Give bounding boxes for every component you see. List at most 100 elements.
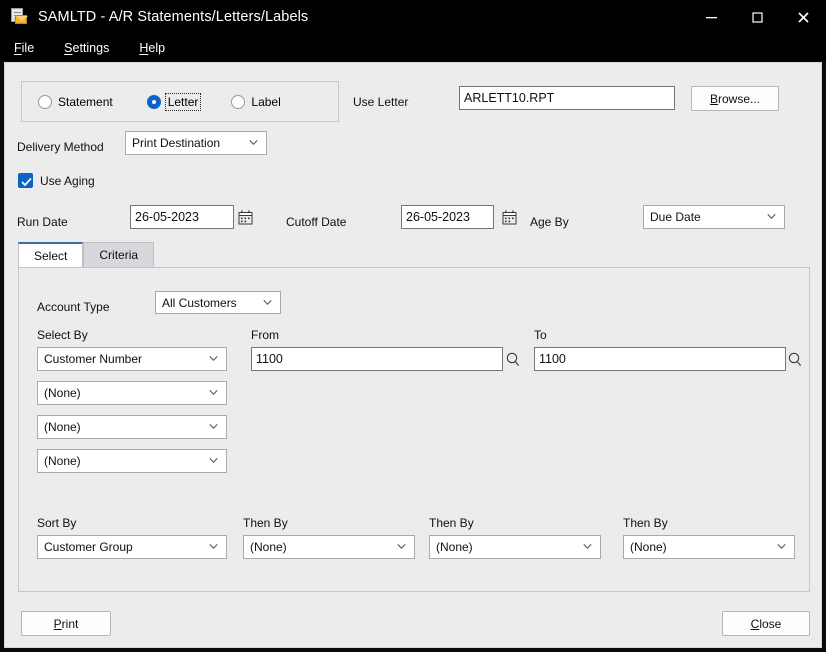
select-by-value-1: Customer Number	[44, 352, 143, 366]
menu-help-rest: elp	[148, 40, 166, 55]
client-area: Statement Letter Label Use Letter Browse…	[4, 62, 822, 648]
print-accel: P	[53, 616, 62, 631]
window-controls	[688, 0, 826, 34]
chevron-down-icon	[209, 354, 218, 363]
radio-statement-label: Statement	[58, 94, 113, 109]
chevron-down-icon	[209, 542, 218, 551]
select-tab-panel: Account Type All Customers Select By Cus…	[18, 267, 810, 592]
chevron-down-icon	[209, 456, 218, 465]
report-type-group: Statement Letter Label	[21, 81, 339, 122]
to-label: To	[534, 328, 547, 342]
select-by-select-4[interactable]: (None)	[37, 449, 227, 473]
account-type-label: Account Type	[37, 300, 110, 314]
tab-criteria[interactable]: Criteria	[83, 242, 155, 267]
browse-button[interactable]: Browse...	[691, 86, 779, 111]
close-button[interactable]: Close	[722, 611, 810, 636]
use-aging-row[interactable]: Use Aging	[18, 173, 95, 188]
close-rest: lose	[759, 616, 782, 631]
magnifier-icon[interactable]	[506, 352, 520, 367]
from-input[interactable]	[251, 347, 503, 371]
chevron-down-icon	[767, 212, 776, 221]
then-by-select-3[interactable]: (None)	[623, 535, 795, 559]
select-by-value-3: (None)	[44, 420, 81, 434]
from-label: From	[251, 328, 279, 342]
sort-by-select[interactable]: Customer Group	[37, 535, 227, 559]
chevron-down-icon	[583, 542, 592, 551]
radio-letter-indicator	[146, 94, 161, 109]
close-icon[interactable]	[780, 0, 826, 34]
select-by-select-2[interactable]: (None)	[37, 381, 227, 405]
select-by-value-4: (None)	[44, 454, 81, 468]
sort-by-value: Customer Group	[44, 540, 133, 554]
calendar-icon[interactable]	[502, 210, 517, 225]
menu-settings-label: S	[64, 40, 73, 55]
browse-accel: B	[709, 91, 718, 106]
age-by-label: Age By	[530, 215, 569, 229]
run-date-input[interactable]	[130, 205, 234, 229]
radio-statement-indicator	[38, 94, 52, 109]
window-title: SAMLTD - A/R Statements/Letters/Labels	[38, 9, 309, 25]
chevron-down-icon	[263, 298, 272, 307]
then-by-value-2: (None)	[436, 540, 473, 554]
tab-strip: Select Criteria	[18, 242, 810, 267]
then-by-label-1: Then By	[243, 516, 288, 530]
select-by-select-3[interactable]: (None)	[37, 415, 227, 439]
minimize-icon[interactable]	[688, 0, 734, 34]
menu-item-settings[interactable]: Settings	[64, 41, 109, 55]
account-type-select[interactable]: All Customers	[155, 291, 281, 314]
delivery-method-select[interactable]: Print Destination	[125, 131, 267, 155]
then-by-select-2[interactable]: (None)	[429, 535, 601, 559]
then-by-select-1[interactable]: (None)	[243, 535, 415, 559]
use-aging-checkbox[interactable]	[18, 173, 33, 188]
age-by-value: Due Date	[650, 210, 701, 224]
calendar-icon[interactable]	[238, 210, 253, 225]
document-envelope-icon	[10, 8, 28, 26]
magnifier-icon[interactable]	[788, 352, 802, 367]
radio-letter[interactable]: Letter	[146, 92, 202, 111]
cutoff-date-label: Cutoff Date	[286, 215, 347, 229]
then-by-value-1: (None)	[250, 540, 287, 554]
menu-item-help[interactable]: Help	[139, 41, 165, 55]
chevron-down-icon	[777, 542, 786, 551]
delivery-method-value: Print Destination	[132, 136, 221, 150]
use-letter-label: Use Letter	[353, 95, 409, 109]
menu-file-label: F	[14, 40, 22, 55]
radio-label[interactable]: Label	[231, 94, 281, 109]
radio-label-label: Label	[251, 94, 281, 109]
chevron-down-icon	[209, 422, 218, 431]
tab-criteria-label: Criteria	[99, 248, 139, 262]
delivery-method-label: Delivery Method	[17, 140, 104, 154]
cutoff-date-input[interactable]	[401, 205, 494, 229]
radio-letter-label: Letter	[164, 92, 202, 111]
to-input[interactable]	[534, 347, 786, 371]
chevron-down-icon	[397, 542, 406, 551]
browse-rest: rowse...	[718, 91, 761, 106]
then-by-label-3: Then By	[623, 516, 668, 530]
use-aging-label: Use Aging	[40, 173, 95, 188]
chevron-down-icon	[209, 388, 218, 397]
print-rest: rint	[61, 616, 79, 631]
age-by-select[interactable]: Due Date	[643, 205, 785, 229]
title-bar: SAMLTD - A/R Statements/Letters/Labels	[0, 0, 826, 34]
select-by-value-2: (None)	[44, 386, 81, 400]
then-by-value-3: (None)	[630, 540, 667, 554]
use-letter-input[interactable]	[459, 86, 675, 110]
select-by-select-1[interactable]: Customer Number	[37, 347, 227, 371]
tab-select-label: Select	[34, 248, 68, 263]
account-type-value: All Customers	[162, 295, 237, 310]
menu-bar: File Settings Help	[0, 34, 826, 61]
then-by-label-2: Then By	[429, 516, 474, 530]
radio-label-indicator	[231, 94, 246, 109]
menu-settings-rest: ettings	[72, 40, 110, 55]
run-date-label: Run Date	[17, 215, 68, 229]
print-button[interactable]: Print	[21, 611, 111, 636]
chevron-down-icon	[249, 138, 258, 147]
radio-statement[interactable]: Statement	[38, 94, 113, 109]
sort-by-label: Sort By	[37, 516, 77, 530]
application-window: SAMLTD - A/R Statements/Letters/Labels F…	[0, 0, 826, 652]
menu-file-rest: ile	[21, 40, 35, 55]
maximize-icon[interactable]	[734, 0, 780, 34]
menu-item-file[interactable]: File	[14, 41, 34, 55]
tab-select[interactable]: Select	[18, 242, 84, 267]
select-by-label: Select By	[37, 328, 88, 342]
